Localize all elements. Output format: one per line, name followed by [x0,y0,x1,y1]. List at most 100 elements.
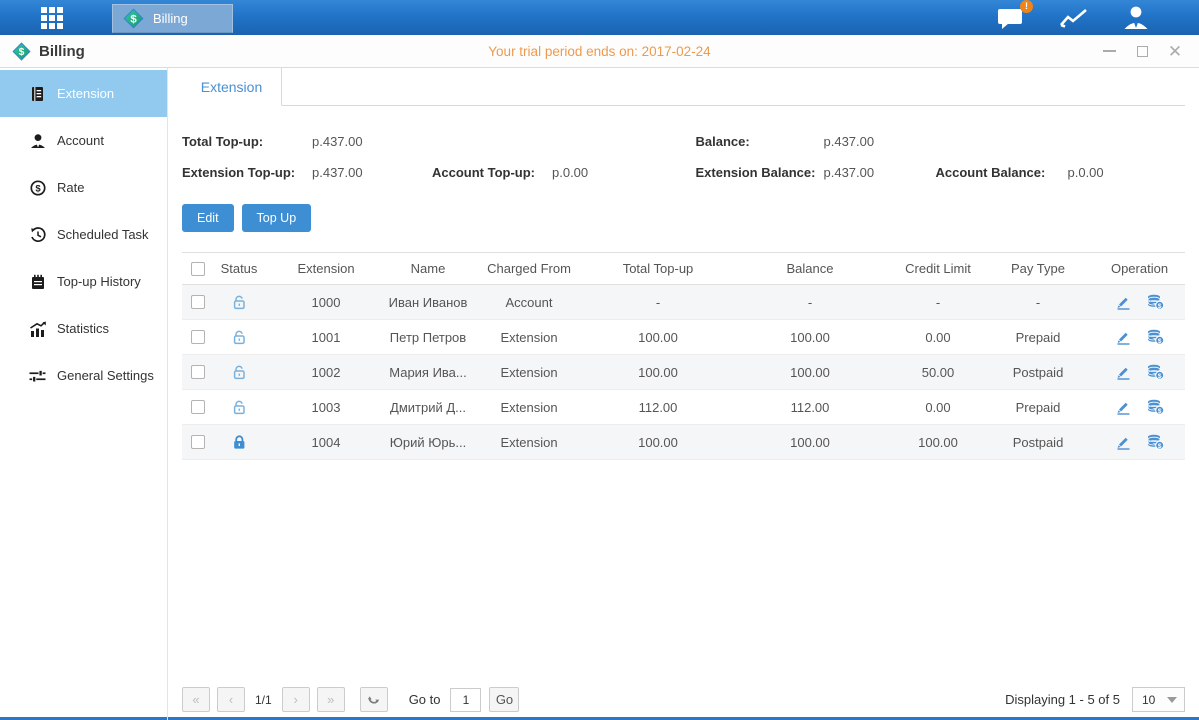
extension-balance-label: Extension Balance: [696,165,824,180]
status-lock-icon[interactable] [214,294,264,311]
sidebar-item-rate[interactable]: $ Rate [0,164,167,211]
cell-balance: - [726,295,894,310]
close-button[interactable]: ✕ [1167,43,1183,59]
top-up-coins-icon[interactable]: $ [1147,329,1164,345]
cell-balance: 100.00 [726,435,894,450]
row-checkbox[interactable] [191,435,205,449]
top-up-coins-icon[interactable]: $ [1147,364,1164,380]
messages-icon[interactable]: ! [997,6,1025,30]
col-extension: Extension [264,261,388,276]
top-up-coins-icon[interactable]: $ [1147,399,1164,415]
last-page-button[interactable]: » [317,687,345,712]
status-lock-icon[interactable] [214,329,264,346]
person-icon [29,133,46,149]
table-row: 1002 Мария Ива... Extension 100.00 100.0… [182,355,1185,390]
cell-charged-from: Account [468,295,590,310]
cell-total-topup: 112.00 [590,400,726,415]
status-lock-icon[interactable] [214,399,264,416]
svg-text:$: $ [130,14,137,26]
total-topup-value: p.437.00 [312,134,363,149]
col-pay-type: Pay Type [982,261,1094,276]
svg-text:$: $ [35,183,41,194]
row-checkbox[interactable] [191,365,205,379]
minimize-button[interactable] [1101,43,1117,59]
notification-badge: ! [1020,0,1033,13]
row-checkbox[interactable] [191,330,205,344]
tab-extension[interactable]: Extension [182,68,282,106]
prev-page-button[interactable]: ‹ [217,687,245,712]
edit-pencil-icon[interactable] [1116,435,1131,450]
first-page-button[interactable]: « [182,687,210,712]
select-all-checkbox[interactable] [191,262,205,276]
edit-pencil-icon[interactable] [1116,365,1131,380]
taskbar: $ Billing ! [0,0,1199,35]
edit-pencil-icon[interactable] [1116,400,1131,415]
sidebar-item-topup-history[interactable]: Top-up History [0,258,167,305]
summary-panel: Total Top-up: p.437.00 Extension Top-up:… [182,126,1185,188]
go-button[interactable]: Go [489,687,519,712]
cell-charged-from: Extension [468,365,590,380]
top-up-coins-icon[interactable]: $ [1147,434,1164,450]
reports-icon[interactable] [1059,7,1089,29]
main-content: Extension Total Top-up: p.437.00 Extensi… [168,68,1199,720]
sidebar-item-account[interactable]: Account [0,117,167,164]
top-up-button[interactable]: Top Up [242,204,312,232]
col-credit-limit: Credit Limit [894,261,982,276]
displaying-text: Displaying 1 - 5 of 5 [1005,692,1120,707]
cell-pay-type: Postpaid [982,435,1094,450]
cell-name: Юрий Юрь... [388,435,468,450]
cell-credit-limit: 0.00 [894,400,982,415]
edit-button[interactable]: Edit [182,204,234,232]
user-account-icon[interactable] [1123,5,1149,30]
sidebar-item-scheduled-task[interactable]: Scheduled Task [0,211,167,258]
edit-pencil-icon[interactable] [1116,295,1131,310]
status-lock-icon[interactable] [214,434,264,451]
status-lock-icon[interactable] [214,364,264,381]
cell-name: Петр Петров [388,330,468,345]
cell-name: Мария Ива... [388,365,468,380]
svg-text:$: $ [1157,408,1161,415]
taskbar-tab-billing[interactable]: $ Billing [112,4,233,33]
window-title: Billing [39,43,85,60]
sidebar-item-label: Scheduled Task [57,227,149,242]
row-checkbox[interactable] [191,295,205,309]
cell-pay-type: - [982,295,1094,310]
edit-pencil-icon[interactable] [1116,330,1131,345]
clock-icon [29,227,46,243]
next-page-button[interactable]: › [282,687,310,712]
sidebar-item-extension[interactable]: Extension [0,70,167,117]
svg-text:$: $ [1157,338,1161,345]
table-row: 1004 Юрий Юрь... Extension 100.00 100.00… [182,425,1185,460]
chevron-down-icon [1167,697,1177,703]
cell-name: Дмитрий Д... [388,400,468,415]
cell-total-topup: 100.00 [590,365,726,380]
cell-total-topup: 100.00 [590,435,726,450]
sidebar-item-label: Statistics [57,321,109,336]
goto-label: Go to [409,692,441,707]
refresh-button[interactable] [360,687,388,712]
maximize-button[interactable] [1134,43,1150,59]
sidebar-item-general-settings[interactable]: General Settings [0,352,167,399]
sidebar-item-statistics[interactable]: Statistics [0,305,167,352]
cell-total-topup: 100.00 [590,330,726,345]
app-grid-icon[interactable] [34,0,70,36]
cell-name: Иван Иванов [388,295,468,310]
col-total-topup: Total Top-up [590,261,726,276]
cell-pay-type: Prepaid [982,400,1094,415]
account-balance-value: p.0.00 [1068,165,1104,180]
page-size-select[interactable]: 10 [1132,687,1185,712]
bar-chart-icon [29,321,46,337]
goto-page-input[interactable] [450,688,481,712]
top-up-coins-icon[interactable]: $ [1147,294,1164,310]
sidebar-item-label: Rate [57,180,84,195]
sidebar-item-label: Account [57,133,104,148]
svg-text:$: $ [1157,443,1161,450]
col-operation: Operation [1094,261,1185,276]
svg-text:$: $ [19,47,25,58]
col-status: Status [214,261,264,276]
cell-charged-from: Extension [468,435,590,450]
cell-total-topup: - [590,295,726,310]
extension-topup-label: Extension Top-up: [182,165,312,180]
cell-balance: 112.00 [726,400,894,415]
row-checkbox[interactable] [191,400,205,414]
